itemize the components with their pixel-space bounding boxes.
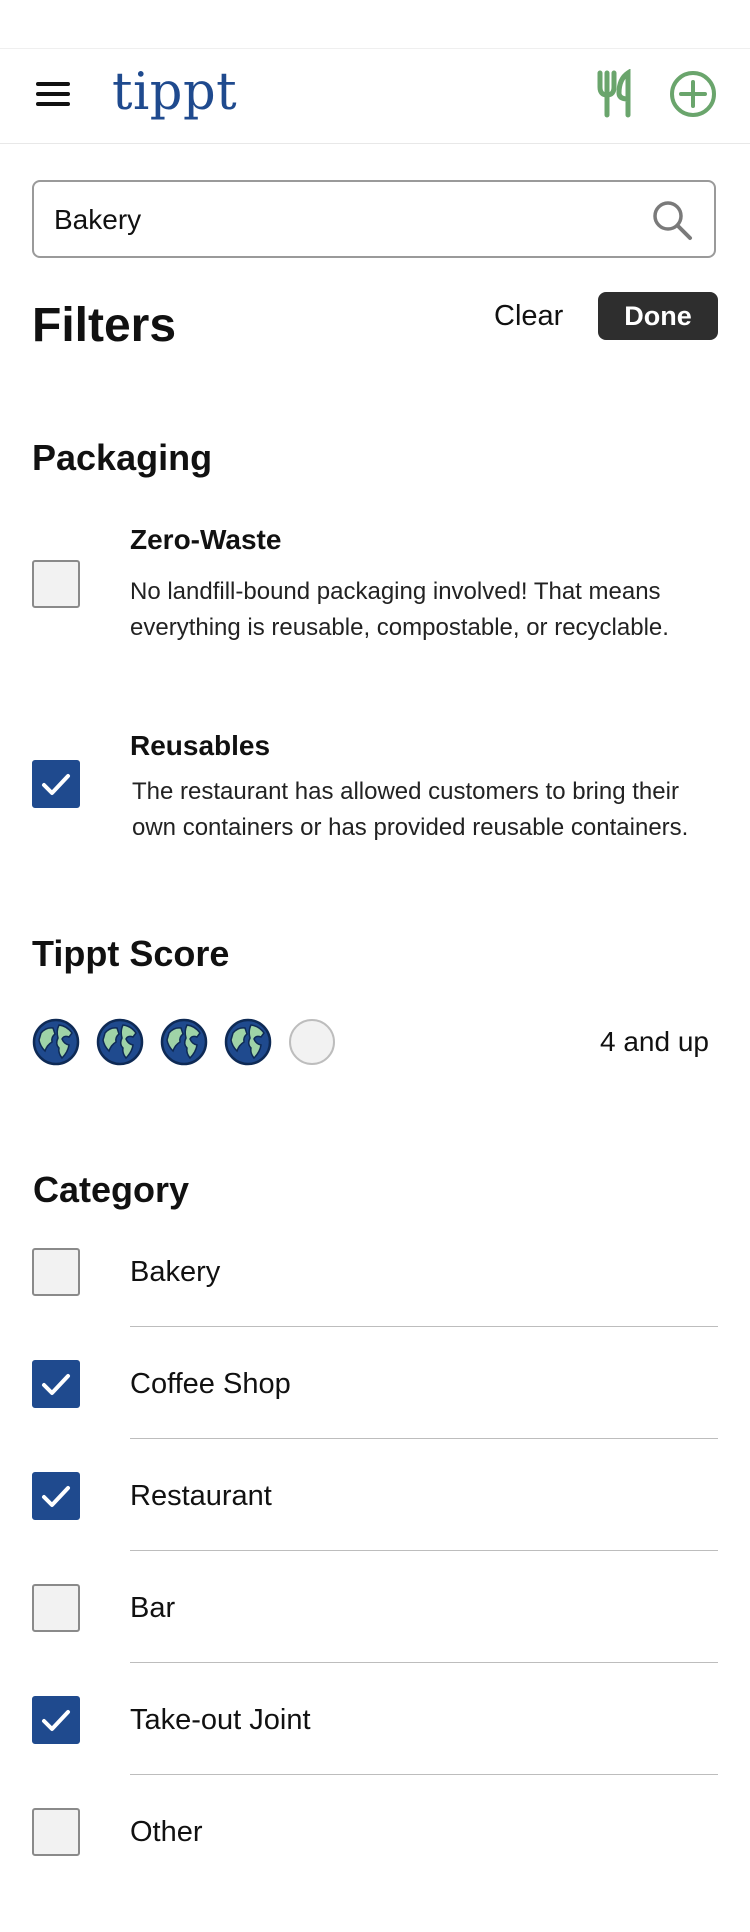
fork-knife-icon[interactable] bbox=[595, 69, 635, 119]
category-checkbox[interactable] bbox=[32, 1808, 80, 1856]
zero-waste-title: Zero-Waste bbox=[130, 524, 282, 555]
globe-filled-icon[interactable] bbox=[224, 1018, 272, 1066]
app-header: tippt bbox=[0, 48, 750, 144]
category-label[interactable]: Bakery bbox=[130, 1252, 220, 1292]
category-label[interactable]: Restaurant bbox=[130, 1476, 272, 1516]
search-bar bbox=[32, 180, 716, 258]
category-heading: Category bbox=[33, 1169, 190, 1210]
reusables-title: Reusables bbox=[130, 730, 271, 761]
category-label[interactable]: Coffee Shop bbox=[130, 1364, 291, 1404]
category-checkbox[interactable] bbox=[32, 1696, 80, 1744]
globe-empty-icon[interactable] bbox=[288, 1018, 336, 1066]
checkmark-icon bbox=[42, 1374, 70, 1395]
app-logo[interactable]: tippt bbox=[112, 61, 237, 125]
globe-filled-icon[interactable] bbox=[160, 1018, 208, 1066]
zero-waste-description: No landfill-bound packaging involved! Th… bbox=[130, 578, 669, 641]
checkmark-icon bbox=[42, 774, 70, 795]
globe-filled-icon[interactable] bbox=[32, 1018, 80, 1066]
menu-icon[interactable] bbox=[32, 75, 74, 113]
reusables-checkbox[interactable] bbox=[32, 760, 80, 808]
page-title: Filters bbox=[32, 299, 177, 352]
globe-filled-icon[interactable] bbox=[96, 1018, 144, 1066]
category-checkbox[interactable] bbox=[32, 1360, 80, 1408]
category-checkbox[interactable] bbox=[32, 1584, 80, 1632]
clear-button[interactable]: Clear bbox=[494, 296, 563, 336]
category-label[interactable]: Other bbox=[130, 1812, 203, 1852]
category-checkbox[interactable] bbox=[32, 1248, 80, 1296]
divider bbox=[130, 1774, 718, 1775]
done-button[interactable]: Done bbox=[598, 292, 718, 340]
checkmark-icon bbox=[42, 1486, 70, 1507]
category-label[interactable]: Take-out Joint bbox=[130, 1700, 311, 1740]
zero-waste-checkbox[interactable] bbox=[32, 560, 80, 608]
add-circle-icon[interactable] bbox=[668, 69, 718, 119]
divider bbox=[130, 1326, 718, 1327]
divider bbox=[130, 1662, 718, 1663]
category-checkbox[interactable] bbox=[32, 1472, 80, 1520]
divider bbox=[130, 1438, 718, 1439]
checkmark-icon bbox=[42, 1710, 70, 1731]
packaging-heading: Packaging bbox=[32, 437, 213, 478]
tippt-score-heading: Tippt Score bbox=[32, 933, 230, 974]
search-input[interactable] bbox=[52, 182, 616, 258]
search-icon[interactable] bbox=[650, 198, 694, 242]
category-label[interactable]: Bar bbox=[130, 1588, 175, 1628]
reusables-description: The restaurant has allowed customers to … bbox=[132, 778, 689, 841]
score-label: 4 and up bbox=[600, 1026, 709, 1057]
divider bbox=[130, 1550, 718, 1551]
